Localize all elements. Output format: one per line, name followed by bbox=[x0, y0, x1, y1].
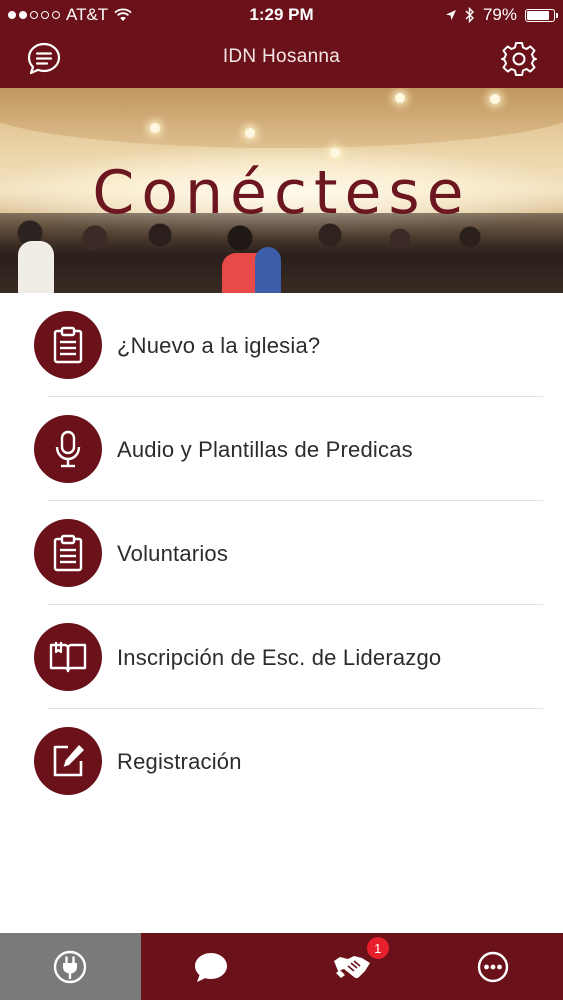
status-right: 79% bbox=[445, 5, 558, 25]
menu-item-label: Voluntarios bbox=[117, 541, 229, 566]
gear-icon[interactable] bbox=[500, 40, 538, 78]
edit-icon bbox=[34, 727, 102, 795]
more-icon bbox=[477, 951, 508, 982]
page-title: IDN Hosanna bbox=[222, 46, 341, 67]
menu-item-liderazgo[interactable]: Inscripción de Esc. de Liderazgo bbox=[0, 605, 563, 709]
battery-icon bbox=[525, 8, 558, 22]
menu-item-label: ¿Nuevo a la iglesia? bbox=[117, 333, 321, 358]
handshake-icon bbox=[333, 955, 370, 978]
menu-item-label: Registración bbox=[117, 749, 242, 774]
tab-connect[interactable] bbox=[0, 933, 141, 1000]
tab-messages[interactable]: 1 bbox=[141, 933, 389, 1000]
battery-percent: 79% bbox=[482, 5, 517, 24]
book-icon bbox=[34, 623, 102, 691]
microphone-icon bbox=[34, 415, 102, 483]
menu-item-label: Inscripción de Esc. de Liderazgo bbox=[117, 645, 442, 670]
menu-item-nuevo[interactable]: ¿Nuevo a la iglesia? bbox=[0, 293, 563, 397]
menu-item-voluntarios[interactable]: Voluntarios bbox=[0, 501, 563, 605]
bluetooth-icon bbox=[465, 7, 474, 23]
tab-bar: 1 bbox=[0, 933, 563, 1000]
status-bar: AT&T 1:29 PM 79% bbox=[0, 0, 563, 30]
tab-more[interactable] bbox=[422, 933, 563, 1000]
chat-bubble-icon bbox=[195, 952, 228, 982]
plug-icon bbox=[54, 950, 87, 983]
top-bar: AT&T 1:29 PM 79% IDN Hosanna bbox=[0, 0, 563, 88]
clipboard-icon bbox=[34, 519, 102, 587]
tab-handshake[interactable] bbox=[282, 933, 423, 1000]
menu-item-label: Audio y Plantillas de Predicas bbox=[117, 437, 413, 462]
location-arrow-icon bbox=[445, 10, 456, 20]
menu-item-audio[interactable]: Audio y Plantillas de Predicas bbox=[0, 397, 563, 501]
banner-title: Conéctese bbox=[92, 158, 471, 228]
menu-item-registracion[interactable]: Registración bbox=[0, 709, 563, 813]
nav-bar: IDN Hosanna bbox=[0, 30, 563, 88]
connect-banner: Conéctese bbox=[0, 88, 563, 293]
clipboard-icon bbox=[34, 311, 102, 379]
